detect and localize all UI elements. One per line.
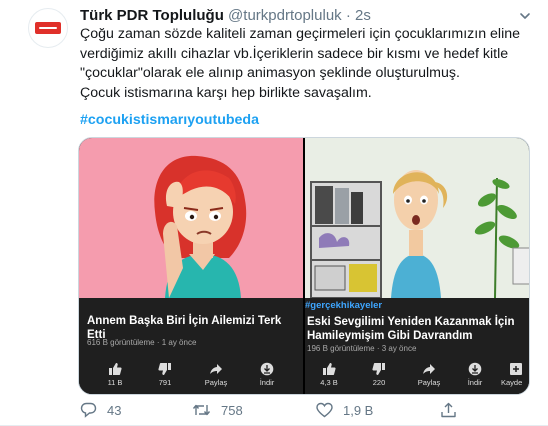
download-button[interactable]: İndir: [247, 362, 287, 387]
download-icon: [260, 362, 274, 376]
save-label: Kayde: [501, 378, 523, 387]
video-meta-1: 616 B görüntüleme · 1 ay önce: [87, 338, 197, 347]
video-info-1: Annem Başka Biri İçin Ailemizi Terk Etti…: [79, 298, 303, 394]
video-title-2[interactable]: Eski Sevgilimi Yeniden Kazanmak İçin Ham…: [307, 315, 517, 343]
like-button[interactable]: 11 B: [95, 362, 135, 387]
like-button[interactable]: 4,3 B: [309, 362, 349, 387]
reply-count: 43: [107, 402, 122, 418]
dislike-button[interactable]: 220: [359, 362, 399, 387]
share-label: Paylaş: [417, 378, 441, 387]
download-button[interactable]: İndir: [455, 362, 495, 387]
video-actions-2: 4,3 B 220 Paylaş İndir Kayde: [305, 362, 529, 390]
author-handle[interactable]: @turkpdrtopluluk: [228, 7, 342, 24]
like-count: 11 B: [107, 378, 123, 387]
share-icon: [423, 364, 435, 374]
media-card[interactable]: Annem Başka Biri İçin Ailemizi Terk Etti…: [78, 137, 530, 395]
avatar[interactable]: [28, 8, 68, 48]
like-count: 4,3 B: [320, 378, 338, 387]
like-tweet-button[interactable]: 1,9 B: [316, 402, 373, 418]
upload-icon: [441, 402, 456, 418]
video-actions-1: 11 B 791 Paylaş İndir: [79, 362, 303, 390]
share-button[interactable]: Paylaş: [196, 362, 236, 387]
dislike-count: 791: [158, 378, 172, 387]
tweet-time[interactable]: 2s: [355, 7, 371, 24]
video-screenshot-2[interactable]: #gerçekhikayeler Eski Sevgilimi Yeniden …: [305, 138, 529, 394]
dislike-button[interactable]: 791: [145, 362, 185, 387]
save-button[interactable]: Kayde: [501, 362, 529, 387]
download-icon: [468, 362, 482, 376]
video-info-2: #gerçekhikayeler Eski Sevgilimi Yeniden …: [305, 298, 529, 394]
retweet-icon: [192, 404, 211, 416]
tweet-header: Türk PDR Topluluğu @turkpdrtopluluk · 2s: [80, 7, 371, 24]
save-icon: [510, 363, 522, 375]
video-thumbnail-1: [79, 138, 303, 298]
dislike-count: 220: [372, 378, 386, 387]
video-screenshot-1[interactable]: Annem Başka Biri İçin Ailemizi Terk Etti…: [79, 138, 303, 394]
chevron-down-icon[interactable]: [518, 9, 532, 23]
video-thumbnail-2: [305, 138, 529, 298]
dislike-icon: [158, 363, 171, 375]
retweet-button[interactable]: 758: [192, 402, 243, 418]
retweet-count: 758: [221, 402, 243, 418]
like-icon: [109, 363, 122, 375]
tweet-actions: 43 758 1,9 B: [80, 402, 520, 422]
share-button[interactable]: Paylaş: [409, 362, 449, 387]
download-label: İndir: [467, 378, 483, 387]
tweet-text: Çoğu zaman sözde kaliteli zaman geçirmel…: [80, 25, 525, 103]
share-label: Paylaş: [204, 378, 228, 387]
reply-icon: [80, 402, 97, 418]
like-count-tweet: 1,9 B: [343, 402, 374, 418]
tweet[interactable]: Türk PDR Topluluğu @turkpdrtopluluk · 2s…: [0, 0, 548, 426]
like-icon: [323, 363, 336, 375]
heart-icon: [316, 402, 333, 418]
dislike-icon: [372, 363, 385, 375]
hashtag-link[interactable]: #cocukistismarıyoutubeda: [80, 112, 259, 128]
tweet-body: Çoğu zaman sözde kaliteli zaman geçirmel…: [80, 26, 520, 101]
video-hashtag-2[interactable]: #gerçekhikayeler: [305, 300, 382, 311]
separator-dot: ·: [341, 7, 356, 24]
download-label: İndir: [259, 378, 275, 387]
video-meta-2: 196 B görüntüleme · 3 ay önce: [307, 344, 417, 353]
pdr-logo-icon: [35, 22, 61, 34]
reply-button[interactable]: 43: [80, 402, 121, 418]
share-tweet-button[interactable]: [440, 402, 467, 418]
author-name[interactable]: Türk PDR Topluluğu: [80, 7, 224, 24]
share-icon: [210, 364, 222, 374]
